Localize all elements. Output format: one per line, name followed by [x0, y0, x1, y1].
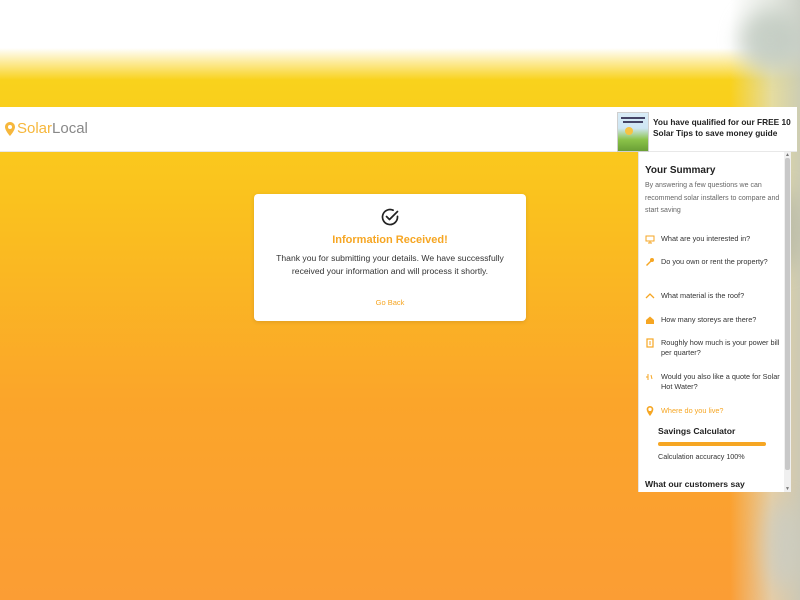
calculation-accuracy-text: Calculation accuracy 100%	[658, 452, 745, 461]
check-circle-icon	[381, 208, 399, 226]
question-power-bill[interactable]: Roughly how much is your power bill per …	[645, 338, 783, 358]
guide-cover-title-stripe	[621, 117, 645, 119]
key-icon	[645, 257, 655, 267]
question-label: Roughly how much is your power bill per …	[661, 338, 780, 357]
go-back-link[interactable]: Go Back	[254, 298, 526, 307]
location-pin-icon	[5, 121, 15, 136]
question-roof-material[interactable]: What material is the roof?	[645, 291, 783, 301]
sun-icon	[625, 127, 633, 135]
calculator-progress-bar	[658, 442, 766, 446]
logo-local-text: Local	[52, 120, 88, 137]
blurred-background-shape	[765, 500, 800, 590]
scrollbar-thumb[interactable]	[785, 158, 790, 470]
question-label: Would you also like a quote for Solar Ho…	[661, 372, 780, 391]
question-label: How many storeys are there?	[661, 315, 757, 324]
guide-cover-title-stripe	[623, 121, 643, 123]
solar-tips-guide-thumbnail[interactable]	[617, 112, 649, 152]
confirmation-message: Thank you for submitting your details. W…	[276, 253, 504, 276]
question-storeys[interactable]: How many storeys are there?	[645, 315, 783, 325]
confirmation-card: Information Received! Thank you for subm…	[254, 194, 526, 321]
guide-offer-text: You have qualified for our FREE 10 Solar…	[653, 117, 791, 138]
confirmation-title: Information Received!	[332, 234, 448, 246]
summary-description: By answering a few questions we can reco…	[645, 182, 780, 214]
site-header: Solar Local You have qualified for our FR…	[0, 107, 797, 152]
question-label: What are you interested in?	[661, 234, 751, 243]
summary-title: Your Summary	[645, 165, 716, 176]
location-pin-icon	[645, 406, 655, 416]
solar-local-logo[interactable]: Solar Local	[5, 120, 88, 137]
summary-sidebar: Your Summary By answering a few question…	[638, 152, 785, 492]
question-location[interactable]: Where do you live?	[645, 406, 783, 416]
customer-reviews-heading: What our customers say	[645, 479, 745, 489]
sidebar-scrollbar[interactable]: ▲ ▼	[784, 152, 791, 492]
hot-water-icon	[645, 372, 655, 382]
calculator-progress-fill	[658, 442, 766, 446]
savings-calculator-title: Savings Calculator	[658, 426, 736, 436]
question-label: What material is the roof?	[661, 291, 745, 300]
question-label: Do you own or rent the property?	[661, 257, 768, 266]
house-icon	[645, 315, 655, 325]
solar-panel-icon	[645, 234, 655, 244]
scroll-down-arrow-icon[interactable]: ▼	[785, 486, 790, 492]
logo-solar-text: Solar	[17, 120, 53, 137]
bill-icon	[645, 338, 655, 348]
roof-icon	[645, 291, 655, 301]
question-hot-water[interactable]: Would you also like a quote for Solar Ho…	[645, 372, 783, 392]
question-interest[interactable]: What are you interested in?	[645, 234, 783, 244]
question-label: Where do you live?	[661, 406, 724, 415]
question-own-rent[interactable]: Do you own or rent the property?	[645, 257, 783, 267]
blurred-background-shape	[740, 10, 800, 70]
